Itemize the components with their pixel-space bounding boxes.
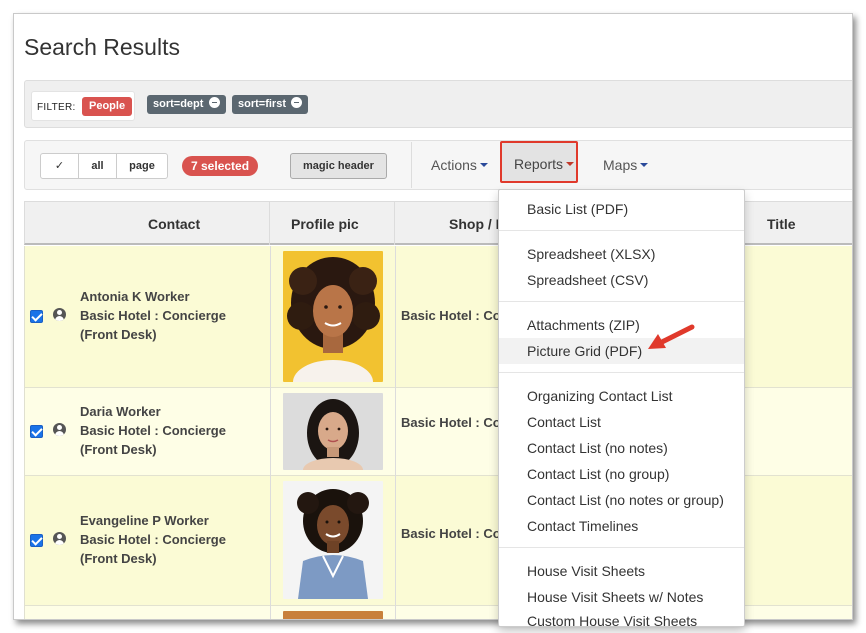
contact-name[interactable]: Daria Worker: [80, 402, 226, 421]
contact-name[interactable]: Evangeline P Worker: [80, 511, 226, 530]
selection-button-group: ✓ all page: [40, 153, 168, 179]
select-check-button[interactable]: ✓: [41, 154, 79, 178]
menu-item-picture-grid-pdf[interactable]: Picture Grid (PDF): [499, 338, 744, 364]
menu-item-house-visit-sheets[interactable]: House Visit Sheets: [499, 558, 744, 584]
shop-cell: Basic Hotel : Co: [401, 415, 501, 430]
column-divider: [394, 201, 395, 245]
menu-item-contact-list-no-group[interactable]: Contact List (no group): [499, 461, 744, 487]
maps-label: Maps: [603, 157, 638, 173]
reports-dropdown-menu: Basic List (PDF) Spreadsheet (XLSX) Spre…: [498, 189, 745, 627]
user-icon[interactable]: [53, 532, 66, 545]
header-title[interactable]: Title: [767, 216, 796, 232]
menu-divider: [499, 547, 744, 548]
profile-photo[interactable]: [283, 393, 383, 470]
menu-item-organizing-contact-list[interactable]: Organizing Contact List: [499, 383, 744, 409]
sort-dept-label: sort=dept: [153, 98, 204, 110]
contact-role: Basic Hotel : Concierge: [80, 532, 226, 547]
menu-divider: [499, 230, 744, 231]
menu-item-attachments-zip[interactable]: Attachments (ZIP): [499, 312, 744, 338]
remove-circle-icon[interactable]: [291, 97, 303, 108]
select-page-button[interactable]: page: [117, 154, 167, 178]
sort-dept-pill[interactable]: sort=dept: [147, 95, 226, 114]
maps-menu[interactable]: Maps: [603, 157, 649, 173]
chevron-down-icon: [566, 162, 575, 166]
header-profile-pic[interactable]: Profile pic: [291, 216, 359, 232]
filter-people-badge[interactable]: People: [82, 97, 133, 116]
column-divider: [270, 606, 271, 619]
header-contact[interactable]: Contact: [148, 216, 200, 232]
chevron-down-icon: [479, 163, 488, 167]
shop-cell: Basic Hotel : Co: [401, 526, 501, 541]
menu-divider: [499, 372, 744, 373]
contact-role: Basic Hotel : Concierge: [80, 308, 226, 323]
sort-first-label: sort=first: [238, 98, 286, 110]
menu-item-contact-timelines[interactable]: Contact Timelines: [499, 513, 744, 539]
column-divider: [270, 246, 271, 388]
contact-dept: (Front Desk): [80, 442, 157, 457]
user-icon[interactable]: [53, 308, 66, 321]
select-all-button[interactable]: all: [79, 154, 117, 178]
contact-name[interactable]: Antonia K Worker: [80, 287, 226, 306]
menu-item-contact-list-no-notes[interactable]: Contact List (no notes): [499, 435, 744, 461]
menu-item-house-visit-sheets-notes[interactable]: House Visit Sheets w/ Notes: [499, 584, 744, 610]
contact-cell: Evangeline P Worker Basic Hotel : Concie…: [80, 511, 226, 568]
column-divider: [395, 388, 396, 476]
contact-dept: (Front Desk): [80, 327, 157, 342]
contact-cell: Daria Worker Basic Hotel : Concierge (Fr…: [80, 402, 226, 459]
actions-menu[interactable]: Actions: [431, 157, 488, 173]
selected-count-badge[interactable]: 7 selected: [182, 156, 259, 176]
profile-photo[interactable]: [283, 251, 383, 382]
menu-divider: [499, 301, 744, 302]
menu-item-spreadsheet-xlsx[interactable]: Spreadsheet (XLSX): [499, 241, 744, 267]
results-toolbar: ✓ all page 7 selected magic header Actio…: [24, 140, 852, 190]
row-checkbox[interactable]: [30, 425, 43, 438]
toolbar-divider: [411, 142, 412, 188]
actions-label: Actions: [431, 157, 477, 173]
column-divider: [395, 476, 396, 606]
menu-item-spreadsheet-csv[interactable]: Spreadsheet (CSV): [499, 267, 744, 293]
chevron-down-icon: [640, 163, 649, 167]
sort-first-pill[interactable]: sort=first: [232, 95, 309, 114]
row-checkbox[interactable]: [30, 310, 43, 323]
menu-item-custom-house-visit-sheets[interactable]: Custom House Visit Sheets: [499, 610, 744, 626]
profile-photo[interactable]: [283, 481, 383, 599]
column-divider: [395, 246, 396, 388]
contact-cell: Antonia K Worker Basic Hotel : Concierge…: [80, 287, 226, 344]
row-checkbox[interactable]: [30, 534, 43, 547]
menu-item-contact-list[interactable]: Contact List: [499, 409, 744, 435]
column-divider: [395, 606, 396, 619]
contact-dept: (Front Desk): [80, 551, 157, 566]
column-divider: [270, 388, 271, 476]
shop-cell: Basic Hotel : Co: [401, 308, 501, 323]
reports-menu-button[interactable]: Reports: [500, 141, 578, 183]
menu-item-basic-list-pdf[interactable]: Basic List (PDF): [499, 196, 744, 222]
column-divider: [270, 476, 271, 606]
contact-role: Basic Hotel : Concierge: [80, 423, 226, 438]
annotation-arrow-icon: [646, 322, 696, 359]
menu-item-contact-list-no-notes-or-group[interactable]: Contact List (no notes or group): [499, 487, 744, 513]
filter-box: FILTER: People: [31, 91, 135, 121]
column-divider: [269, 201, 270, 245]
profile-photo[interactable]: [283, 611, 383, 619]
page-title: Search Results: [24, 34, 180, 60]
magic-header-button[interactable]: magic header: [290, 153, 387, 179]
remove-circle-icon[interactable]: [208, 97, 220, 108]
filter-bar: FILTER: People sort=dept sort=first: [24, 80, 852, 128]
filter-label: FILTER:: [37, 102, 76, 113]
reports-label: Reports: [514, 156, 564, 172]
user-icon[interactable]: [53, 423, 66, 436]
